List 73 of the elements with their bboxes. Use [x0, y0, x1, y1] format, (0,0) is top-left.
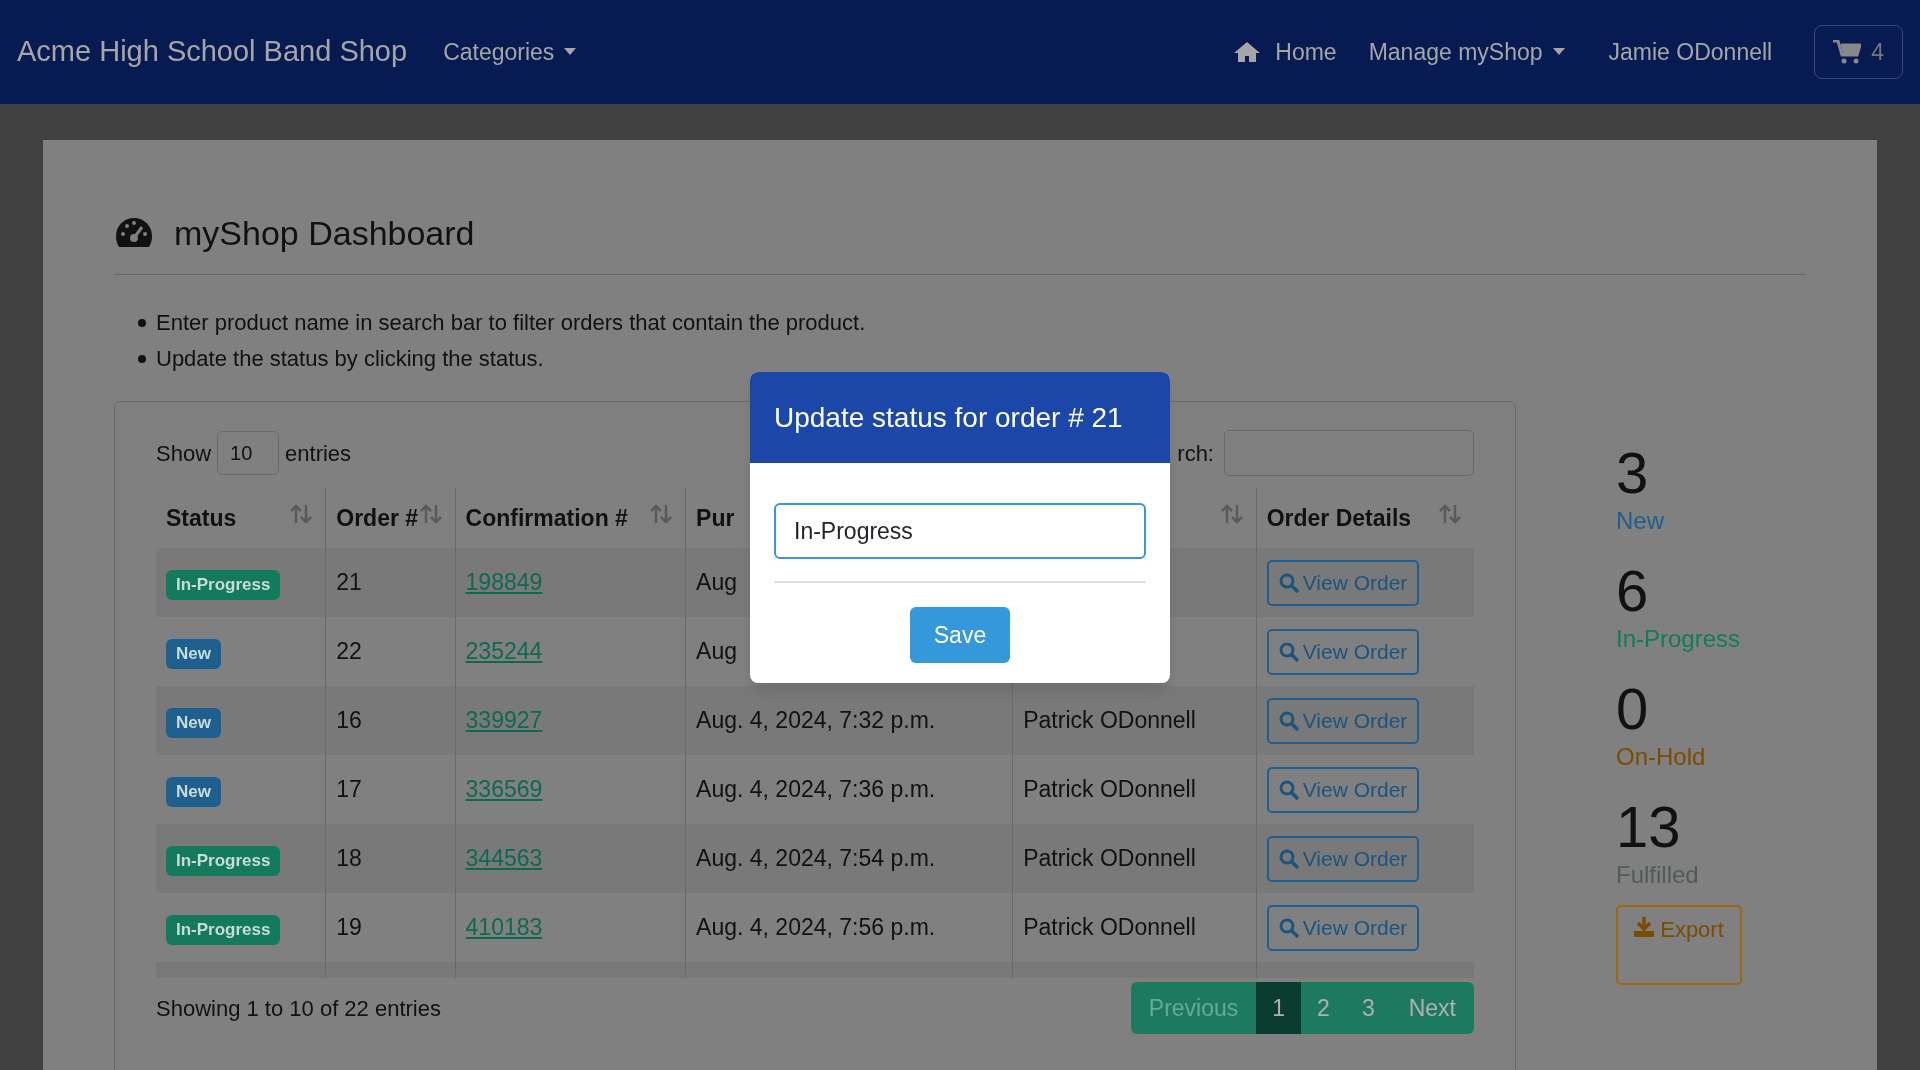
home-icon [1233, 41, 1262, 63]
stat-label: New [1616, 506, 1665, 536]
status-badge[interactable]: In-Progress [166, 846, 281, 876]
search-icon [1278, 641, 1299, 662]
page-link[interactable]: 3 [1345, 982, 1391, 1034]
brand-link[interactable]: Acme High School Band Shop [17, 30, 408, 74]
column-header[interactable]: Order Details [1266, 504, 1412, 531]
customer-name: Patrick ODonnell [1023, 914, 1196, 941]
view-order-button[interactable]: View Order [1266, 904, 1420, 951]
status-badge[interactable]: New [166, 639, 221, 669]
view-order-button[interactable]: View Order [1266, 628, 1420, 675]
customer-name: Patrick ODonnell [1023, 776, 1196, 803]
instruction-text: Enter product name in search bar to filter orders that contain the product. [156, 309, 866, 337]
purchase-date: Aug [696, 569, 737, 596]
page-link[interactable]: 1 [1256, 982, 1302, 1034]
save-button[interactable]: Save [910, 607, 1010, 663]
entries-label: entries [285, 439, 352, 468]
order-number: 18 [336, 845, 362, 872]
search-icon [1278, 572, 1299, 593]
purchase-date: Aug. 4, 2024, 7:36 p.m. [696, 776, 936, 803]
download-icon [1634, 917, 1655, 937]
order-number: 21 [336, 569, 362, 596]
search-icon [1278, 848, 1299, 869]
stat-count: 0 [1616, 677, 1650, 741]
caret-icon [564, 48, 577, 56]
column-header[interactable]: Confirmation # [465, 504, 628, 531]
purchase-date: Aug. 4, 2024, 7:32 p.m. [696, 707, 936, 734]
customer-name: Patrick ODonnell [1023, 845, 1196, 872]
home-link[interactable]: Home [1233, 34, 1337, 70]
page-size-select[interactable]: 10 [217, 431, 280, 475]
customer-name: Patrick ODonnell [1023, 707, 1196, 734]
view-order-button[interactable]: View Order [1266, 766, 1420, 813]
bullet-icon [138, 355, 146, 363]
status-badge[interactable]: New [166, 777, 221, 807]
status-badge[interactable]: In-Progress [166, 570, 281, 600]
bullet-icon [138, 319, 146, 327]
order-number: 19 [336, 914, 362, 941]
status-badge[interactable]: New [166, 708, 221, 738]
instruction-text: Update the status by clicking the status. [156, 345, 544, 373]
page-link[interactable]: 2 [1301, 982, 1346, 1034]
stat-label: On-Hold [1616, 742, 1707, 772]
search-icon [1278, 917, 1299, 938]
search-icon [1278, 779, 1299, 800]
user-name[interactable]: Jamie ODonnell [1608, 34, 1773, 70]
status-input[interactable]: In-Progress [774, 503, 1146, 559]
dashboard-icon [114, 216, 154, 250]
cart-button[interactable]: 4 [1814, 25, 1903, 79]
search-icon [1278, 710, 1299, 731]
modal-title: Update status for order # 21 [774, 400, 1123, 435]
column-header[interactable]: Status [166, 504, 237, 531]
next-page-link[interactable]: Next [1390, 982, 1474, 1034]
column-header[interactable]: Pur [696, 504, 735, 531]
show-label: Show [156, 439, 212, 468]
search-label: rch: [1177, 439, 1214, 468]
table-info: Showing 1 to 10 of 22 entries [156, 994, 441, 1023]
order-number: 16 [336, 707, 362, 734]
caret-icon [1552, 48, 1565, 56]
page-title: myShop Dashboard [174, 216, 475, 250]
stat-count: 13 [1616, 795, 1682, 859]
export-button[interactable]: Export [1616, 905, 1742, 985]
dropdown-menu[interactable]: Manage myShop [1368, 34, 1565, 70]
status-badge[interactable]: In-Progress [166, 915, 281, 945]
cart-icon [1833, 40, 1862, 64]
stat-count: 6 [1616, 559, 1650, 623]
purchase-date: Aug. 4, 2024, 7:54 p.m. [696, 845, 936, 872]
order-number: 22 [336, 638, 362, 665]
order-number: 17 [336, 776, 362, 803]
stat-label: In-Progress [1616, 624, 1742, 654]
stat-count: 3 [1616, 441, 1650, 505]
dropdown-menu[interactable]: Categories [443, 34, 577, 70]
column-header[interactable]: Order # [336, 504, 419, 531]
purchase-date: Aug [696, 638, 737, 665]
purchase-date: Aug. 4, 2024, 7:56 p.m. [696, 914, 936, 941]
